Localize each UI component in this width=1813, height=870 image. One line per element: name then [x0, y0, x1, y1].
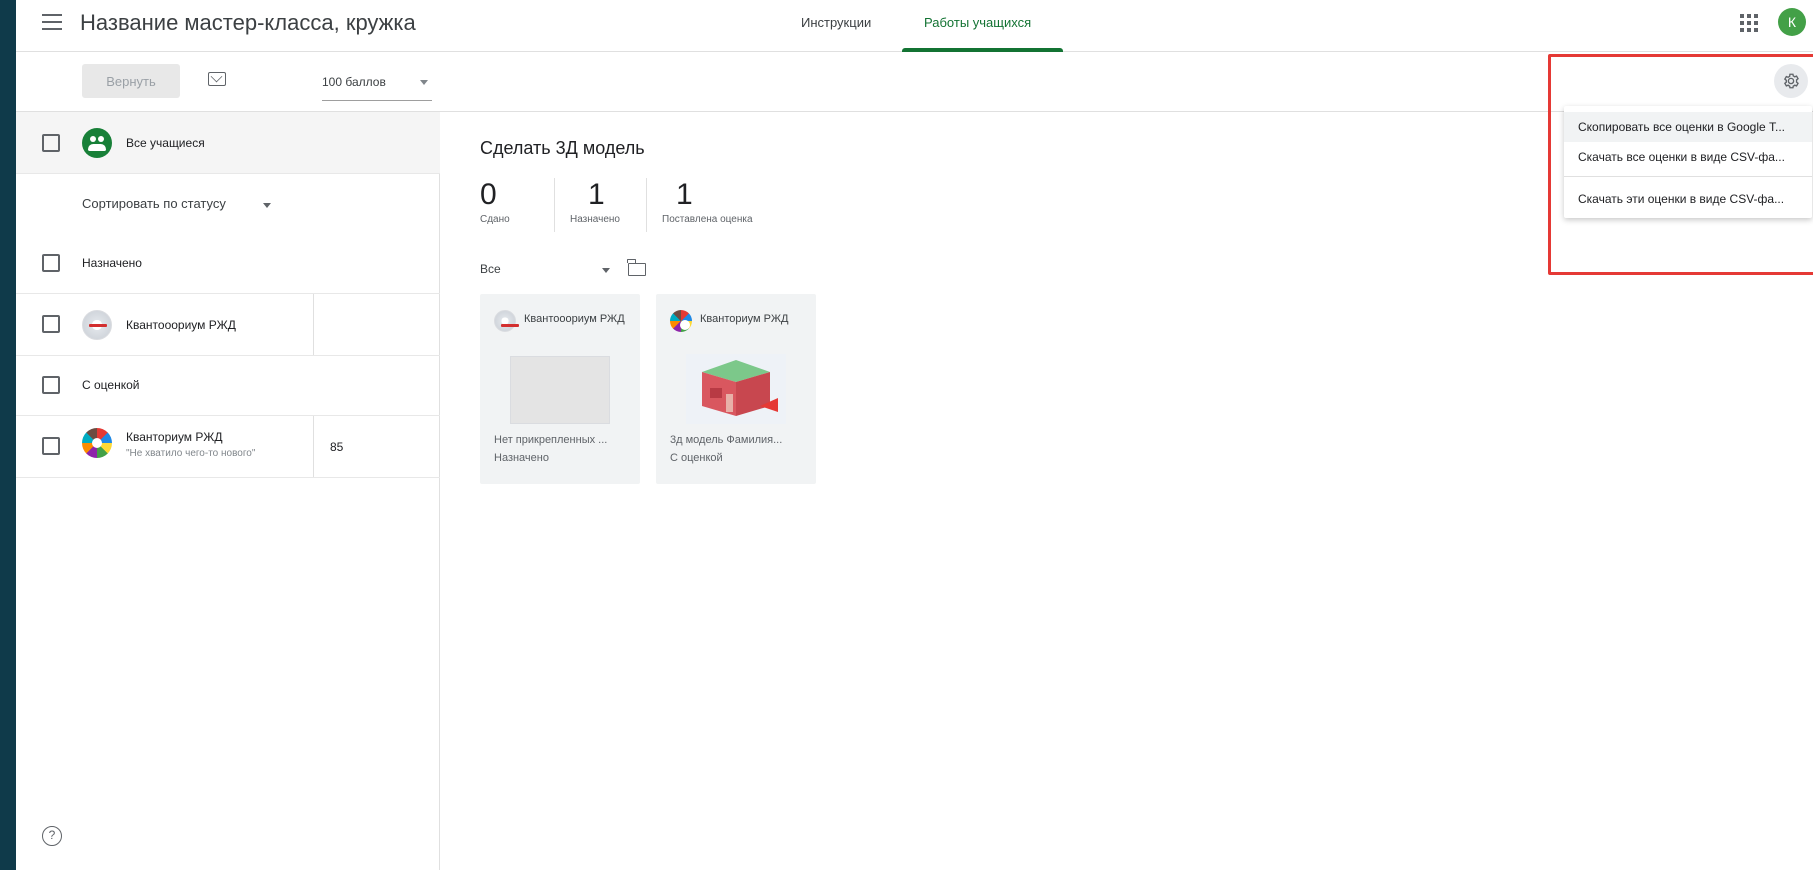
- house-model-image: [702, 360, 778, 416]
- group-icon: [82, 128, 112, 158]
- column-divider: [313, 294, 314, 355]
- chevron-down-icon[interactable]: [263, 203, 271, 208]
- graded-group-checkbox[interactable]: [42, 376, 60, 394]
- card-status: Назначено: [494, 452, 549, 464]
- stat-value: 0: [480, 178, 497, 211]
- filter-select[interactable]: Все: [480, 262, 614, 284]
- card-student-name: Кванториум РЖД: [700, 313, 789, 325]
- account-avatar[interactable]: К: [1778, 8, 1806, 36]
- student-checkbox[interactable]: [42, 315, 60, 333]
- menu-divider: [1564, 176, 1812, 177]
- stat-divider: [646, 178, 647, 232]
- points-value: 100 баллов: [322, 75, 386, 89]
- toolbar: Вернуть 100 баллов: [16, 52, 1813, 112]
- menu-item-copy-to-sheets[interactable]: Скопировать все оценки в Google Т...: [1564, 112, 1812, 142]
- return-button[interactable]: Вернуть: [82, 64, 180, 98]
- student-checkbox[interactable]: [42, 437, 60, 455]
- sort-row: Сортировать по статусу: [16, 174, 440, 234]
- stat-graded: 1 Поставлена оценка: [662, 178, 753, 225]
- student-name: Квантооориум РЖД: [126, 318, 236, 332]
- chevron-down-icon: [420, 80, 428, 85]
- course-title: Название мастер-класса, кружка: [80, 10, 416, 35]
- card-status: С оценкой: [670, 452, 723, 464]
- tab-instructions[interactable]: Инструкции: [801, 15, 871, 30]
- stat-value: 1: [676, 178, 693, 211]
- student-grade[interactable]: 85: [330, 440, 343, 454]
- settings-button[interactable]: [1774, 64, 1808, 98]
- grades-export-menu: Скопировать все оценки в Google Т... Ска…: [1564, 106, 1812, 218]
- menu-item-download-all-csv[interactable]: Скачать все оценки в виде CSV-фа...: [1564, 142, 1812, 172]
- all-students-label: Все учащиеся: [126, 136, 205, 150]
- group-header-assigned: Назначено: [16, 234, 440, 294]
- student-name: Кванториум РЖД: [126, 430, 223, 444]
- main-content: Сделать 3Д модель 0 Сдано 1 Назначено 1 …: [440, 112, 1813, 870]
- column-divider: [313, 416, 314, 477]
- student-row[interactable]: Квантооориум РЖД: [16, 294, 440, 356]
- assignment-title: Сделать 3Д модель: [480, 138, 645, 158]
- card-attachment-name: 3д модель Фамилия...: [670, 434, 783, 446]
- tab-student-works[interactable]: Работы учащихся: [924, 15, 1031, 30]
- classroom-page: Название мастер-класса, кружка Инструкци…: [16, 0, 1813, 870]
- student-row[interactable]: Кванториум РЖД "Не хватило чего-то новог…: [16, 416, 440, 478]
- group-header-graded: С оценкой: [16, 356, 440, 416]
- stat-turned-in: 0 Сдано: [480, 178, 510, 225]
- help-icon[interactable]: ?: [42, 826, 62, 846]
- group-label-graded: С оценкой: [82, 378, 140, 392]
- card-attachment-name: Нет прикрепленных ...: [494, 434, 608, 446]
- stat-caption: Назначено: [570, 214, 620, 225]
- folder-icon[interactable]: [627, 259, 646, 276]
- student-avatar: [670, 310, 692, 332]
- attachment-thumbnail: [510, 356, 610, 424]
- stat-value: 1: [588, 178, 605, 211]
- group-label-assigned: Назначено: [82, 256, 142, 270]
- gear-icon: [1783, 73, 1799, 89]
- hamburger-menu-icon[interactable]: [42, 14, 62, 30]
- menu-item-download-these-csv[interactable]: Скачать эти оценки в виде CSV-фа...: [1564, 184, 1812, 214]
- private-comment: "Не хватило чего-то нового": [126, 448, 256, 459]
- stat-assigned: 1 Назначено: [570, 178, 620, 225]
- assigned-group-checkbox[interactable]: [42, 254, 60, 272]
- card-student-name: Квантооориум РЖД: [524, 313, 625, 325]
- all-students-row[interactable]: Все учащиеся: [16, 112, 440, 174]
- filter-value: Все: [480, 262, 501, 276]
- points-select[interactable]: 100 баллов: [322, 75, 432, 101]
- student-list-panel: Все учащиеся Сортировать по статусу Назн…: [16, 112, 440, 870]
- mail-icon[interactable]: [208, 72, 226, 86]
- top-bar: Название мастер-класса, кружка Инструкци…: [16, 0, 1813, 52]
- student-avatar: [82, 310, 112, 340]
- sort-by-status-select[interactable]: Сортировать по статусу: [82, 196, 226, 211]
- student-work-card[interactable]: Кванториум РЖД 3д модель Фамилия... С оц…: [656, 294, 816, 484]
- stat-caption: Поставлена оценка: [662, 214, 753, 225]
- apps-grid-icon[interactable]: [1740, 14, 1758, 32]
- student-work-card[interactable]: Квантооориум РЖД Нет прикрепленных ... Н…: [480, 294, 640, 484]
- chevron-down-icon: [602, 268, 610, 273]
- attachment-thumbnail[interactable]: [686, 354, 786, 424]
- all-students-checkbox[interactable]: [42, 134, 60, 152]
- stat-caption: Сдано: [480, 214, 510, 225]
- student-avatar: [82, 428, 112, 458]
- stat-divider: [554, 178, 555, 232]
- student-avatar: [494, 310, 519, 332]
